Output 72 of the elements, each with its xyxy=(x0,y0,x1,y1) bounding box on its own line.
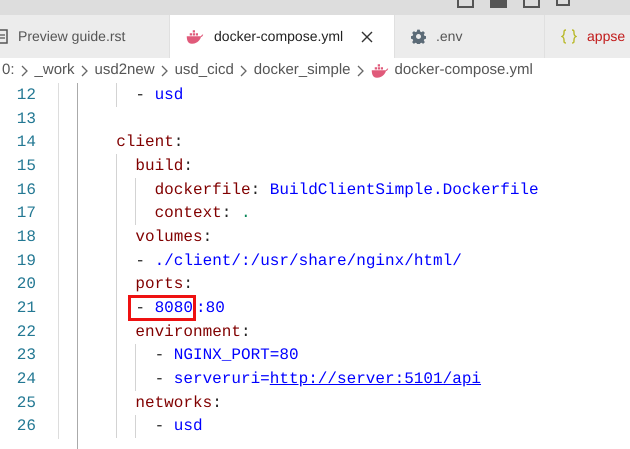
close-icon[interactable] xyxy=(361,30,374,42)
whale-icon xyxy=(186,30,204,44)
breadcrumb-item[interactable]: docker_simple xyxy=(254,59,350,82)
chevron-icon xyxy=(80,64,89,76)
layout-icon[interactable] xyxy=(523,0,540,8)
file-icon xyxy=(0,29,8,44)
code-token: NGINX_PORT=80 xyxy=(174,345,299,366)
line-number: 13 xyxy=(16,108,36,130)
code-token: :80 xyxy=(196,298,225,320)
code-token: - xyxy=(154,369,166,390)
breadcrumb-item[interactable]: usd_cicd xyxy=(174,59,234,82)
line-number: 18 xyxy=(16,226,36,248)
code-token: BuildClientSimple.Dockerfile xyxy=(270,180,539,201)
code-token: : xyxy=(212,392,222,414)
breadcrumb-item[interactable]: 0: xyxy=(2,59,15,82)
chevron-icon xyxy=(356,64,364,76)
code-token: ./client/:/usr/share/nginx/html/ xyxy=(154,250,462,272)
tab-label: Preview guide.rst xyxy=(18,27,126,46)
highlight-box: - 8080 xyxy=(128,295,196,322)
breadcrumb-item[interactable]: _work xyxy=(34,59,75,82)
line-number: 12 xyxy=(16,84,36,106)
gear-icon xyxy=(411,29,426,44)
layout-icon[interactable] xyxy=(556,0,570,6)
code-token: - xyxy=(154,416,166,438)
chevron-icon xyxy=(240,64,248,76)
code-token: dockerfile xyxy=(154,180,251,201)
code-token: - xyxy=(154,345,166,366)
code-token: context xyxy=(154,203,222,224)
code-token: : xyxy=(183,274,193,296)
code-link[interactable]: http://server:5101/api xyxy=(270,367,482,392)
code-token: serveruri= xyxy=(174,369,270,390)
code-token: build xyxy=(135,156,184,177)
code-token: : xyxy=(202,226,212,248)
code-token: usd xyxy=(174,416,203,438)
line-number: 16 xyxy=(16,180,36,201)
editor-tab[interactable]: Preview guide.rst xyxy=(0,15,170,58)
chevron-icon xyxy=(20,64,29,76)
code-token: usd xyxy=(154,84,184,106)
line-number: 17 xyxy=(16,203,36,224)
code-token: : xyxy=(183,156,193,177)
breadcrumb-item[interactable]: docker-compose.yml xyxy=(394,59,533,82)
line-number: 25 xyxy=(16,392,36,414)
code-token: environment xyxy=(135,322,241,343)
editor-tab[interactable]: docker-compose.yml xyxy=(170,15,395,58)
code-token: ports xyxy=(135,274,184,296)
braces-icon xyxy=(561,29,577,44)
line-number: 20 xyxy=(16,274,36,296)
line-number: 15 xyxy=(16,156,36,177)
tab-label: appse xyxy=(587,27,626,46)
breadcrumb-item[interactable]: usd2new xyxy=(94,59,155,82)
line-number: 22 xyxy=(16,322,36,343)
code-token: : xyxy=(174,132,184,154)
code-token: volumes xyxy=(135,226,203,248)
line-number: 26 xyxy=(16,416,36,438)
code-token: : xyxy=(250,180,262,201)
whale-icon xyxy=(370,64,388,78)
line-number: 21 xyxy=(16,298,36,320)
line-number: 14 xyxy=(16,132,36,154)
tab-label: .env xyxy=(436,27,462,46)
line-number: 24 xyxy=(16,369,36,390)
chevron-icon xyxy=(160,64,169,76)
code-token: - xyxy=(135,250,146,272)
code-token: client xyxy=(116,132,174,154)
code-token: : xyxy=(222,203,232,224)
code-token: - xyxy=(135,84,146,106)
line-number: 23 xyxy=(16,345,36,366)
code-token: : xyxy=(241,322,251,343)
layout-icon[interactable] xyxy=(457,0,474,8)
tab-label: docker-compose.yml xyxy=(214,27,344,46)
code-token: . xyxy=(240,203,251,224)
line-number: 19 xyxy=(16,250,36,272)
code-token: networks xyxy=(135,392,212,414)
